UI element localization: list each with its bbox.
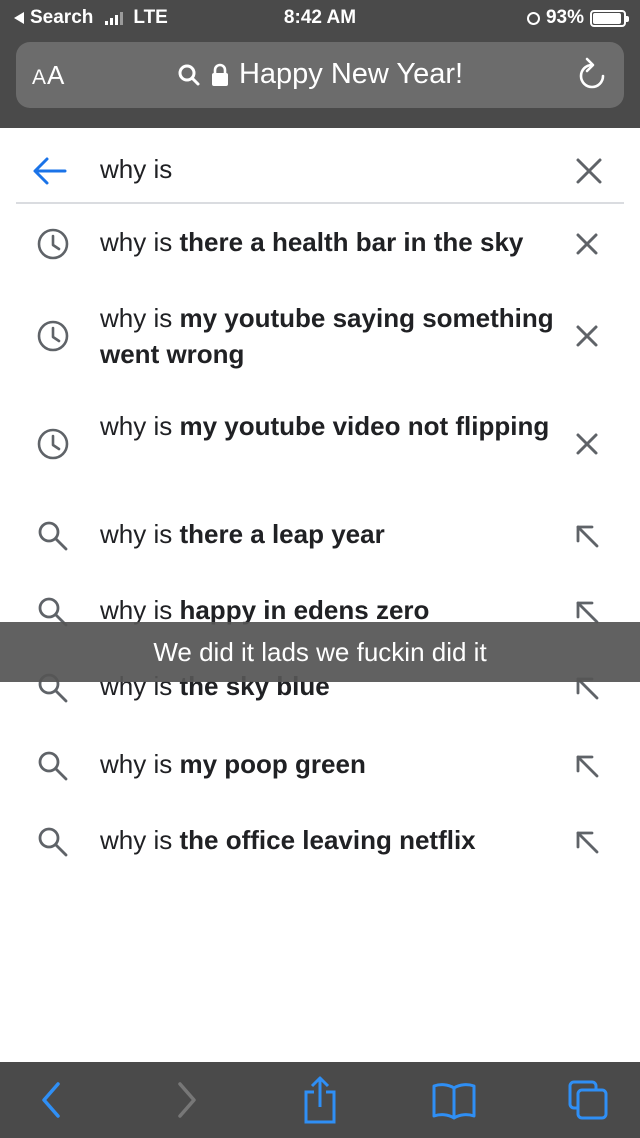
fill-query-arrow-icon[interactable] xyxy=(572,521,602,556)
suggestion-text: why is my youtube video not flipping xyxy=(100,408,555,444)
chevron-right-icon[interactable] xyxy=(172,1078,202,1122)
suggestion-completion: there a leap year xyxy=(179,519,385,549)
search-icon xyxy=(36,825,70,864)
suggestion-item[interactable]: why is there a health bar in the sky xyxy=(0,222,640,266)
suggestion-completion: my poop green xyxy=(179,749,366,779)
history-clock-icon xyxy=(36,227,70,266)
suggestion-prefix: why is xyxy=(100,595,180,625)
caption-overlay: We did it lads we fuckin did it xyxy=(0,622,640,682)
suggestion-item[interactable]: why is my poop green xyxy=(0,744,640,788)
chevron-left-icon[interactable] xyxy=(36,1078,66,1122)
suggestion-item[interactable]: why is the office leaving netflix xyxy=(0,820,640,864)
suggestion-prefix: why is xyxy=(100,519,180,549)
arrow-left-icon[interactable] xyxy=(32,155,68,187)
fill-query-arrow-icon[interactable] xyxy=(572,751,602,786)
remove-suggestion-icon[interactable] xyxy=(572,321,602,356)
suggestion-prefix: why is xyxy=(100,825,180,855)
bottom-toolbar xyxy=(0,1062,640,1138)
browser-chrome: Search LTE 8:42 AM 93% AA Happy New Year… xyxy=(0,0,640,128)
suggestion-prefix: why is xyxy=(100,227,180,257)
reload-icon[interactable] xyxy=(576,56,610,94)
suggestion-completion: the office leaving netflix xyxy=(179,825,476,855)
suggestion-text: why is there a leap year xyxy=(100,516,555,552)
search-divider xyxy=(16,202,624,204)
remove-suggestion-icon[interactable] xyxy=(572,229,602,264)
status-right: 93% xyxy=(526,7,629,29)
share-icon[interactable] xyxy=(300,1074,340,1126)
suggestion-item[interactable]: why is my youtube video not flipping xyxy=(0,406,640,482)
battery-fill xyxy=(593,12,621,24)
bookmarks-icon[interactable] xyxy=(430,1078,478,1122)
suggestion-text: why is my youtube saying something went … xyxy=(100,300,555,372)
history-clock-icon xyxy=(36,319,70,358)
suggestion-completion: happy in edens zero xyxy=(179,595,430,625)
address-bar[interactable]: AA Happy New Year! xyxy=(16,42,624,108)
suggestion-completion: there a health bar in the sky xyxy=(179,227,524,257)
clear-search-icon[interactable] xyxy=(574,156,604,186)
status-bar: Search LTE 8:42 AM 93% xyxy=(0,0,640,36)
search-row: why is xyxy=(0,140,640,202)
suggestion-prefix: why is xyxy=(100,303,180,333)
address-bar-center[interactable]: Happy New Year! xyxy=(16,58,624,91)
suggestion-text: why is my poop green xyxy=(100,746,555,782)
search-icon xyxy=(178,64,200,85)
remove-suggestion-icon[interactable] xyxy=(572,429,602,464)
suggestion-prefix: why is xyxy=(100,411,180,441)
suggestion-text: why is there a health bar in the sky xyxy=(100,224,555,260)
suggestion-item[interactable]: why is there a leap year xyxy=(0,514,640,558)
history-clock-icon xyxy=(36,427,70,466)
search-icon xyxy=(36,519,70,558)
fill-query-arrow-icon[interactable] xyxy=(572,827,602,862)
page-title: Happy New Year! xyxy=(238,58,464,90)
suggestion-completion: my youtube video not flipping xyxy=(179,411,550,441)
battery-percent: 93% xyxy=(545,7,584,28)
search-icon xyxy=(36,749,70,788)
search-input[interactable]: why is xyxy=(100,154,172,185)
suggestion-prefix: why is xyxy=(100,749,180,779)
lock-icon xyxy=(211,63,228,86)
suggestion-item[interactable]: why is my youtube saying something went … xyxy=(0,298,640,374)
battery-icon xyxy=(590,9,629,27)
alarm-icon xyxy=(526,11,540,25)
suggestion-text: why is the office leaving netflix xyxy=(100,822,555,858)
tabs-icon[interactable] xyxy=(566,1078,610,1122)
